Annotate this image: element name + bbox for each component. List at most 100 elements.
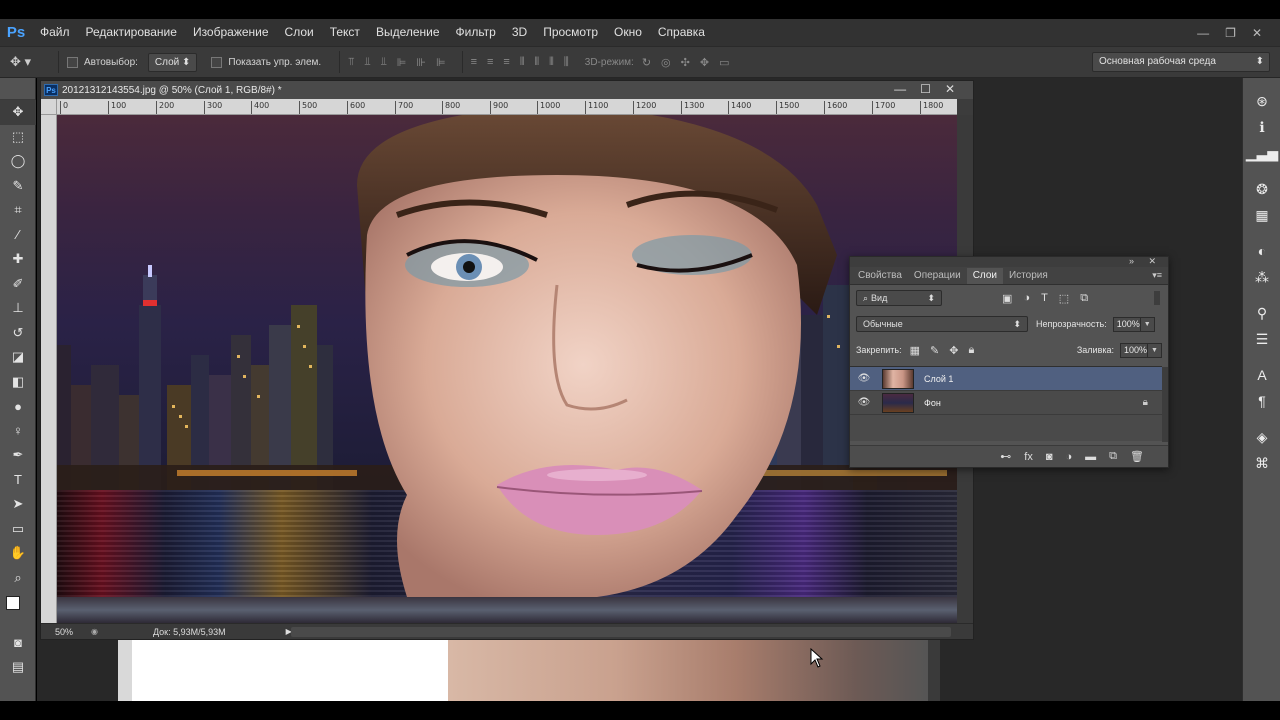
lock-image-icon[interactable]: ✎ [930,344,939,357]
type-icon[interactable]: T [0,468,36,493]
clone-stamp-icon[interactable]: ⊥ [0,296,36,321]
collapse-close-icons[interactable]: » ✕ [1129,256,1162,267]
filter-pixel-icon[interactable]: ▣ [1002,292,1012,305]
eyedropper-icon[interactable]: ⁄ [0,223,36,248]
3d-pan-icon[interactable]: ✣ [681,56,690,69]
filter-kind-dropdown[interactable]: ⌕ Вид ⬍ [856,290,942,306]
close-icon[interactable]: ✕ [945,82,955,96]
3d-icon[interactable]: ◈ [1243,424,1280,450]
3d-roll-icon[interactable]: ◎ [661,56,671,69]
marquee-icon[interactable]: ⬚ [0,125,36,150]
show-transform-checkbox[interactable] [211,56,223,68]
history-icon[interactable]: ⊛ [1243,88,1280,114]
restore-icon[interactable]: ❐ [1225,26,1236,40]
menu-image[interactable]: Изображение [185,19,277,46]
fill-input[interactable]: 100% [1120,342,1148,358]
delete-layer-icon[interactable]: 🗑︎ [1130,450,1144,463]
align-vcenter-icon[interactable]: ⫫ [364,56,370,69]
distribute-hcenter-icon[interactable]: ⫴ [534,56,539,69]
pen-icon[interactable]: ✒ [0,443,36,468]
character-icon[interactable]: A [1243,362,1280,388]
horizontal-scrollbar[interactable] [291,627,951,637]
menu-filter[interactable]: Фильтр [448,19,504,46]
minimize-icon[interactable]: — [894,82,906,96]
3d-slide-icon[interactable]: ✥ [700,56,709,69]
path-select-icon[interactable]: ➤ [0,492,36,517]
3d-rotate-icon[interactable]: ↻ [642,56,651,69]
tab-history[interactable]: История [1003,268,1054,284]
dodge-icon[interactable]: ♀ [0,419,36,444]
hand-icon[interactable]: ✋ [0,541,36,566]
color-icon[interactable]: ❂ [1243,176,1280,202]
workspace-dropdown[interactable]: Основная рабочая среда ⬍ [1092,52,1270,72]
ruler-origin[interactable] [41,99,57,115]
maximize-icon[interactable]: ☐ [920,82,931,96]
minimize-icon[interactable]: — [1197,26,1209,40]
menu-window[interactable]: Окно [606,19,650,46]
add-mask-icon[interactable]: ◙ [1046,451,1053,463]
lock-transparent-icon[interactable]: ▦ [910,344,920,357]
healing-brush-icon[interactable]: ✚ [0,247,36,272]
menu-3d[interactable]: 3D [504,19,535,46]
layer-row-background[interactable]: 👁︎ Фон 🔒︎ [850,391,1162,415]
new-layer-icon[interactable]: ⧉ [1109,450,1117,463]
zoom-level-field[interactable]: 50% [41,627,81,637]
distribute-top-icon[interactable]: ≡ [471,56,477,69]
adjustments-icon[interactable]: ◐ [1243,238,1280,264]
quick-mask-icon[interactable]: ◙ [0,630,36,655]
blend-mode-dropdown[interactable]: Обычные ⬍ [856,316,1028,332]
fill-slider-arrow-icon[interactable]: ▼ [1148,342,1162,358]
screen-mode-icon[interactable]: ▤ [0,655,36,680]
horizontal-ruler[interactable]: 0 100 200 300 400 500 600 700 800 900 10… [57,99,957,115]
zoom-icon[interactable]: ⌕ [0,566,36,591]
opacity-input[interactable]: 100% [1112,316,1141,332]
autoselect-dropdown[interactable]: Слой ⬍ [147,52,198,72]
new-group-icon[interactable]: ▬ [1085,451,1096,463]
menu-type[interactable]: Текст [322,19,368,46]
history-brush-icon[interactable]: ↺ [0,321,36,346]
paths-icon[interactable]: ⌘ [1243,450,1280,476]
brush-icon[interactable]: ✐ [0,272,36,297]
filter-type-icon[interactable]: T [1041,292,1048,305]
align-left-icon[interactable]: ⊫ [397,56,407,69]
align-right-icon[interactable]: ⊫ [436,56,446,69]
panel-header-bar[interactable]: » ✕ [850,256,1168,267]
align-hcenter-icon[interactable]: ⊪ [416,56,426,69]
swatches-icon[interactable]: ▦ [1243,202,1280,228]
document-canvas[interactable] [57,115,957,623]
move-tool-preset-icon[interactable]: ✥ ▾ [10,54,50,70]
filter-shape-icon[interactable]: ⬚ [1059,292,1069,305]
opacity-slider-arrow-icon[interactable]: ▼ [1140,316,1155,332]
eraser-icon[interactable]: ◪ [0,345,36,370]
menu-select[interactable]: Выделение [368,19,448,46]
3d-scale-icon[interactable]: ▭ [719,56,729,69]
visibility-eye-icon[interactable]: 👁︎ [854,373,874,384]
crop-icon[interactable]: ⌗ [0,198,36,223]
foreground-color-swatch[interactable] [6,596,20,610]
clone-source-icon[interactable]: ☰ [1243,326,1280,352]
lock-position-icon[interactable]: ✥ [949,344,958,357]
zoom-slider-icon[interactable]: ◉ [91,627,98,636]
new-adjustment-icon[interactable]: ◑ [1066,451,1073,463]
layer-style-fx-icon[interactable]: fx [1024,451,1033,463]
rectangle-icon[interactable]: ▭ [0,517,36,542]
link-layers-icon[interactable]: ⊷ [1000,450,1011,463]
styles-icon[interactable]: ⁂ [1243,264,1280,290]
blur-icon[interactable]: ● [0,394,36,419]
paragraph-icon[interactable]: ¶ [1243,388,1280,414]
close-icon[interactable]: ✕ [1252,26,1262,40]
align-top-icon[interactable]: ⫪ [348,56,354,69]
menu-edit[interactable]: Редактирование [78,19,185,46]
tools-panel-header[interactable] [0,78,35,100]
move-icon[interactable]: ✥ [0,100,36,125]
visibility-eye-icon[interactable]: 👁︎ [854,397,874,408]
quick-select-icon[interactable]: ✎ [0,174,36,199]
auto-align-icon[interactable]: ⫼ [564,56,569,69]
layer-row-layer1[interactable]: 👁︎ Слой 1 [850,367,1162,391]
info-icon[interactable]: ℹ [1243,114,1280,140]
vertical-ruler[interactable] [41,115,57,625]
histogram-icon[interactable]: ▁▃▅ [1243,140,1280,166]
vertical-scrollbar[interactable] [928,640,940,701]
filter-smart-object-icon[interactable]: ⧉ [1080,292,1088,305]
brush-presets-icon[interactable]: ⚲ [1243,300,1280,326]
